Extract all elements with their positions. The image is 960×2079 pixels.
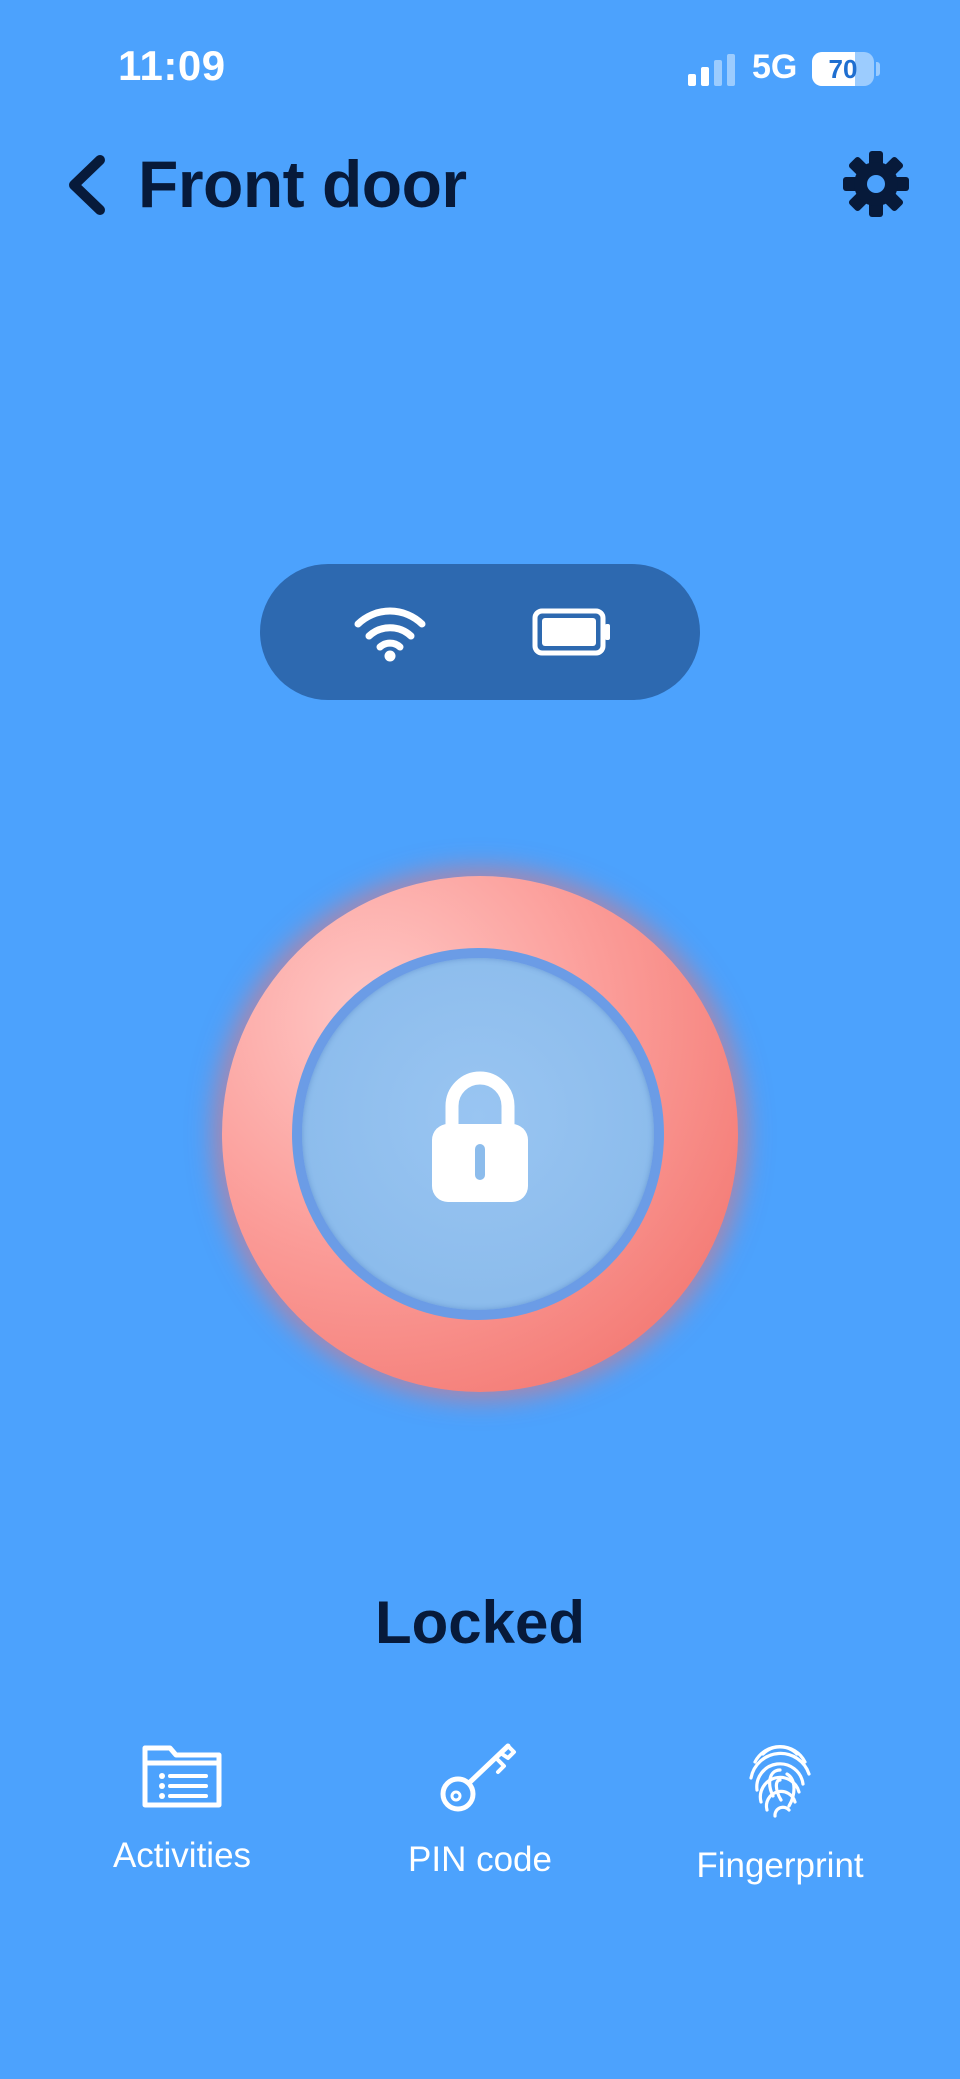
key-icon	[440, 1743, 516, 1812]
chevron-left-icon[interactable]	[64, 150, 112, 220]
battery-nub	[876, 62, 880, 76]
network-type: 5G	[752, 48, 798, 86]
fingerprint-label: Fingerprint	[696, 1846, 864, 1885]
status-time: 11:09	[118, 42, 226, 89]
fingerprint-button[interactable]: Fingerprint	[650, 1740, 910, 1910]
cellular-signal-icon	[688, 54, 735, 86]
wifi-icon	[354, 607, 426, 662]
activities-button[interactable]: Activities	[52, 1740, 312, 1910]
battery-percent: 70	[828, 54, 858, 84]
padlock-icon	[432, 1071, 528, 1202]
status-battery: 70	[812, 52, 874, 86]
battery-full-icon	[532, 608, 610, 656]
folder-list-icon	[142, 1745, 222, 1808]
pin-code-label: PIN code	[408, 1840, 552, 1879]
fingerprint-icon	[749, 1745, 811, 1818]
lock-state-label: Locked	[374, 1589, 586, 1656]
activities-label: Activities	[112, 1836, 252, 1875]
gear-icon[interactable]	[842, 150, 910, 218]
page-title: Front door	[138, 147, 467, 221]
pin-code-button[interactable]: PIN code	[350, 1740, 610, 1910]
connectivity-pill	[260, 564, 700, 700]
